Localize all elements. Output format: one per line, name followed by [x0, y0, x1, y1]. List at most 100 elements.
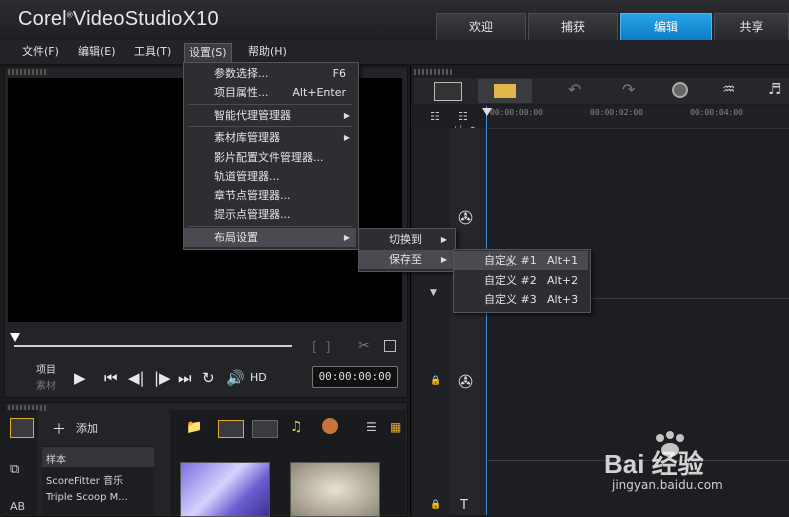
menu-item-track-manager[interactable]: 轨道管理器...	[184, 167, 356, 186]
timeline-grip[interactable]	[414, 69, 454, 75]
menu-item-label: 轨道管理器...	[214, 170, 280, 183]
menu-item-preferences[interactable]: 参数选择... F6	[184, 64, 356, 83]
tab-share[interactable]: 共享	[714, 13, 789, 40]
playhead-handle[interactable]	[482, 108, 492, 116]
audio-mixer-icon[interactable]: ♒	[722, 80, 735, 98]
hd-button[interactable]: HD	[250, 371, 267, 384]
mode-clip-label[interactable]: 素材	[36, 377, 56, 392]
redo-icon[interactable]: ↷	[622, 80, 635, 99]
panel-grip[interactable]	[8, 69, 48, 75]
mode-project-label[interactable]: 项目	[36, 361, 56, 376]
media-thumbnail[interactable]	[290, 462, 380, 517]
menu-item-label: 自定义 #3	[484, 293, 537, 306]
tab-capture[interactable]: 捕获	[528, 13, 618, 40]
menu-item-smart-proxy[interactable]: 智能代理管理器 ▶	[184, 106, 356, 125]
submenu-arrow-icon: ▶	[440, 255, 447, 264]
add-label[interactable]: 添加	[76, 420, 98, 436]
menu-item-layout-settings[interactable]: 布局设置 ▶	[184, 228, 356, 247]
track-header-column	[414, 128, 450, 515]
enlarge-icon[interactable]	[384, 340, 396, 352]
previous-frame-icon[interactable]: ◀|	[128, 369, 145, 387]
menu-item-library-manager[interactable]: 素材库管理器 ▶	[184, 128, 356, 147]
menu-item-label: 智能代理管理器	[214, 109, 291, 122]
home-icon[interactable]: ⏮	[104, 369, 118, 387]
title-track-icon[interactable]: T	[460, 498, 468, 513]
scrub-handle[interactable]	[10, 333, 20, 342]
timeline-view-icon[interactable]	[494, 84, 516, 98]
menu-item-cue-manager[interactable]: 提示点管理器...	[184, 205, 356, 224]
storyboard-view-icon[interactable]	[434, 82, 462, 101]
menu-help[interactable]: 帮助(H)	[244, 43, 291, 61]
menu-item-label: 素材库管理器	[214, 131, 280, 144]
folder-icon[interactable]: 📁	[186, 420, 202, 435]
video-track-icon[interactable]: ✇	[458, 208, 473, 229]
grid-view-icon[interactable]: ▦	[390, 420, 401, 434]
end-icon[interactable]: ⏭	[178, 369, 192, 387]
scissors-icon[interactable]: ✂	[358, 338, 370, 354]
menu-item-label: 章节点管理器...	[214, 189, 291, 202]
menu-tools[interactable]: 工具(T)	[130, 43, 175, 61]
chapter-icon[interactable]: ☷	[458, 110, 468, 123]
menu-item-custom-3[interactable]: 自定义 #3 Alt+3	[454, 290, 588, 309]
title-icon[interactable]: AB	[10, 500, 25, 513]
menu-separator	[188, 126, 352, 127]
repeat-icon[interactable]: ↻	[202, 369, 215, 387]
track-manager-icon[interactable]: ☷	[430, 110, 440, 123]
menu-item-project-properties[interactable]: 项目属性... Alt+Enter	[184, 83, 356, 102]
menu-item-label: 切换到	[389, 233, 422, 246]
ruler-tick: 00:00:02:00	[590, 108, 643, 117]
submenu-arrow-icon: ▶	[343, 111, 350, 120]
video-filter-icon[interactable]	[218, 420, 244, 438]
watermark-text: Bai 经验	[604, 449, 704, 479]
online-icon[interactable]	[322, 418, 338, 434]
trim-markers-icon[interactable]: [ ]	[312, 340, 330, 355]
library-item-triplescoop[interactable]: Triple Scoop M...	[46, 492, 128, 503]
menu-file[interactable]: 文件(F)	[18, 43, 63, 61]
menu-item-switch-to[interactable]: 切换到 ▶	[359, 230, 453, 249]
media-icon[interactable]	[10, 418, 34, 438]
scrub-bar[interactable]	[14, 345, 292, 347]
menu-item-chapter-manager[interactable]: 章节点管理器...	[184, 186, 356, 205]
menu-item-label: 参数选择...	[214, 67, 269, 80]
brand-version: X10	[182, 8, 219, 30]
menu-separator	[188, 104, 352, 105]
add-icon[interactable]: ＋	[52, 419, 66, 439]
volume-icon[interactable]: 🔊	[226, 369, 245, 387]
brand-corel: Corel	[18, 8, 67, 30]
audio-filter-icon[interactable]: ♫	[290, 419, 303, 435]
timecode-field[interactable]: 00:00:00:00	[312, 366, 398, 388]
undo-icon[interactable]: ↶	[568, 80, 581, 99]
submenu-arrow-icon: ▶	[343, 133, 350, 142]
track-icon-column	[450, 128, 486, 515]
photo-filter-icon[interactable]	[252, 420, 278, 438]
record-icon[interactable]	[672, 82, 688, 98]
library-item-scorefitter[interactable]: ScoreFitter 音乐	[46, 472, 123, 487]
brand-product: VideoStudio	[72, 8, 183, 30]
mouse-cursor-icon: ☝	[505, 254, 514, 270]
menu-item-custom-2[interactable]: 自定义 #2 Alt+2	[454, 271, 588, 290]
tab-edit[interactable]: 编辑	[620, 13, 712, 40]
library-item-samples[interactable]: 样本	[46, 451, 66, 466]
overlay-track-icon[interactable]: ✇	[458, 372, 473, 393]
menu-item-custom-1[interactable]: 自定义 #1 Alt+1	[454, 251, 588, 270]
settings-menu-items: 参数选择... F6 项目属性... Alt+Enter 智能代理管理器 ▶ 素…	[184, 63, 356, 248]
menu-settings[interactable]: 设置(S)	[184, 43, 232, 63]
ruler-tick: 00:00:00:00	[490, 108, 543, 117]
transition-icon[interactable]: ⧉	[10, 462, 19, 477]
menu-edit[interactable]: 编辑(E)	[74, 43, 120, 61]
menu-item-shortcut: Alt+3	[547, 293, 579, 306]
app-brand: Corel®VideoStudioX10	[18, 8, 219, 30]
layout-submenu-items: 切换到 ▶ 保存至 ▶	[359, 230, 453, 270]
play-icon[interactable]: ▶	[74, 369, 86, 387]
tab-welcome[interactable]: 欢迎	[436, 13, 526, 40]
auto-music-icon[interactable]: ♬	[768, 80, 781, 98]
lock-icon[interactable]: 🔒	[430, 376, 441, 386]
media-thumbnail[interactable]	[180, 462, 270, 517]
next-frame-icon[interactable]: |▶	[154, 369, 171, 387]
list-view-icon[interactable]: ☰	[366, 420, 377, 434]
track-expand-icon[interactable]: ▼	[430, 288, 437, 298]
menu-item-shortcut: Alt+1	[547, 254, 579, 267]
menu-item-save-to[interactable]: 保存至 ▶	[359, 250, 453, 269]
lock-icon[interactable]: 🔒	[430, 500, 441, 510]
menu-item-movie-profile-manager[interactable]: 影片配置文件管理器...	[184, 148, 356, 167]
